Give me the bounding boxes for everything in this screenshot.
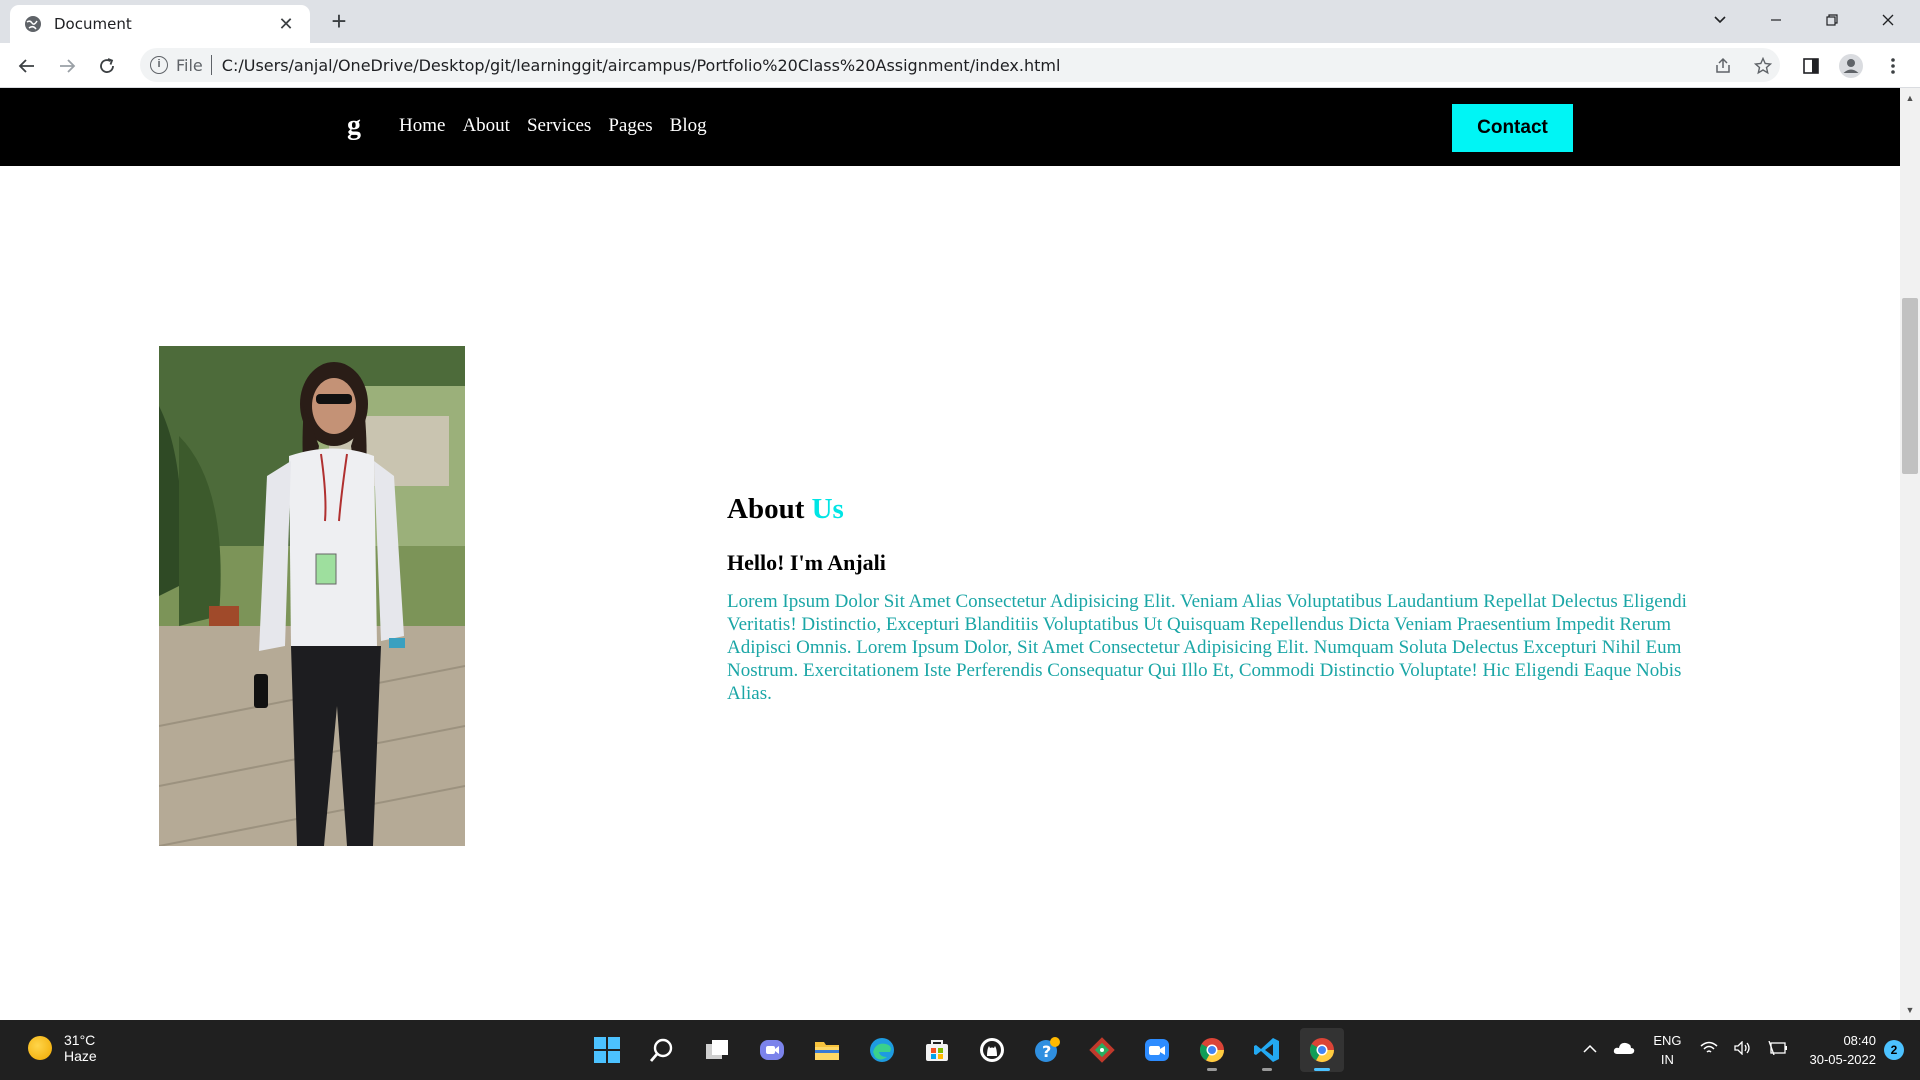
browser-tab-strip: Document ✕ + — [0, 0, 1920, 43]
chrome-app[interactable] — [1190, 1028, 1234, 1072]
site-navbar: g Home About Services Pages Blog Contact — [0, 88, 1900, 166]
tab-close-icon[interactable]: ✕ — [276, 14, 296, 35]
profile-avatar-icon[interactable] — [1838, 53, 1864, 79]
teams-chat-app[interactable] — [750, 1028, 794, 1072]
windows-logo-icon — [594, 1037, 620, 1063]
sun-icon — [28, 1036, 52, 1060]
taskbar-apps: ? — [585, 1028, 1344, 1072]
windows-taskbar: 31°C Haze ? ENG IN 08:40 30-05-2022 2 — [0, 1020, 1920, 1080]
scrollbar-thumb[interactable] — [1902, 298, 1918, 474]
address-separator — [210, 55, 212, 75]
onedrive-cloud-icon[interactable] — [1613, 1041, 1635, 1060]
task-view-button[interactable] — [695, 1028, 739, 1072]
notification-count-badge[interactable]: 2 — [1884, 1040, 1904, 1060]
share-icon[interactable] — [1710, 53, 1736, 79]
zoom-app[interactable] — [1135, 1028, 1179, 1072]
git-icon — [1089, 1037, 1115, 1063]
scroll-down-arrow-icon[interactable]: ▼ — [1900, 1002, 1920, 1018]
nav-link-about[interactable]: About — [462, 115, 510, 137]
restore-icon[interactable] — [1804, 0, 1860, 40]
close-window-icon[interactable] — [1860, 0, 1916, 40]
site-logo[interactable]: g — [347, 110, 361, 142]
chrome-icon — [1199, 1038, 1224, 1063]
back-button[interactable] — [11, 50, 43, 82]
svg-text:?: ? — [1042, 1042, 1051, 1061]
clock-time: 08:40 — [1843, 1033, 1876, 1048]
active-indicator — [1314, 1068, 1330, 1071]
task-view-icon — [706, 1040, 728, 1059]
globe-icon — [25, 16, 41, 32]
browser-toolbar: i File C:/Users/anjal/OneDrive/Desktop/g… — [0, 43, 1920, 88]
page-scrollbar[interactable]: ▲ ▼ — [1900, 88, 1920, 1020]
about-body-text: Lorem Ipsum Dolor Sit Amet Consectetur A… — [727, 591, 1687, 704]
new-tab-button[interactable]: + — [325, 8, 353, 36]
browser-menu-icon[interactable] — [1880, 53, 1906, 79]
battery-icon[interactable] — [1767, 1040, 1788, 1060]
tab-search-chevron-icon[interactable] — [1692, 0, 1748, 40]
system-clock[interactable]: 08:40 30-05-2022 — [1810, 1031, 1877, 1069]
contact-button[interactable]: Contact — [1452, 104, 1573, 152]
volume-icon[interactable] — [1733, 1039, 1752, 1060]
about-subheading: Hello! I'm Anjali — [727, 550, 886, 575]
tab-title: Document — [54, 15, 132, 33]
wifi-icon[interactable] — [1700, 1041, 1718, 1060]
vscode-app[interactable] — [1245, 1028, 1289, 1072]
forward-button[interactable] — [51, 50, 83, 82]
nav-link-blog[interactable]: Blog — [670, 115, 707, 137]
bookmark-star-icon[interactable] — [1750, 53, 1776, 79]
chat-icon — [760, 1040, 784, 1060]
about-section: About Us Hello! I'm Anjali Lorem Ipsum D… — [727, 493, 1727, 705]
about-heading: About Us — [727, 493, 1727, 526]
system-tray: ENG IN 08:40 30-05-2022 2 — [1575, 1020, 1920, 1080]
search-icon — [649, 1038, 673, 1062]
side-panel-icon[interactable] — [1798, 53, 1824, 79]
show-hidden-icons-chevron-icon[interactable] — [1583, 1041, 1597, 1059]
url-text[interactable]: C:/Users/anjal/OneDrive/Desktop/git/lear… — [222, 56, 1061, 75]
reload-icon — [100, 58, 114, 73]
region-code: IN — [1660, 1052, 1674, 1067]
language-code: ENG — [1653, 1033, 1682, 1048]
file-explorer-app[interactable] — [805, 1028, 849, 1072]
store-icon — [926, 1040, 948, 1061]
about-heading-main: About — [727, 493, 805, 525]
back-arrow-icon — [18, 59, 34, 73]
weather-widget[interactable]: 31°C Haze — [28, 1032, 97, 1064]
microsoft-store-app[interactable] — [915, 1028, 959, 1072]
vscode-icon — [1254, 1038, 1279, 1062]
help-icon: ? — [1035, 1037, 1060, 1062]
minimize-icon[interactable] — [1748, 0, 1804, 40]
clock-date: 30-05-2022 — [1809, 1052, 1877, 1067]
reload-button[interactable] — [91, 50, 123, 82]
url-scheme: File — [176, 55, 203, 75]
folder-icon — [815, 1042, 839, 1060]
start-button[interactable] — [585, 1028, 629, 1072]
edge-browser-app[interactable] — [860, 1028, 904, 1072]
zoom-icon — [1145, 1039, 1169, 1061]
running-indicator — [1262, 1068, 1272, 1071]
about-heading-accent: Us — [811, 493, 844, 525]
scroll-up-arrow-icon[interactable]: ▲ — [1900, 90, 1920, 106]
weather-temperature: 31°C — [64, 1032, 96, 1048]
nav-link-home[interactable]: Home — [399, 115, 445, 137]
github-icon — [980, 1038, 1004, 1062]
help-app[interactable]: ? — [1025, 1028, 1069, 1072]
weather-condition: Haze — [64, 1048, 97, 1064]
github-desktop-app[interactable] — [970, 1028, 1014, 1072]
nav-link-pages[interactable]: Pages — [608, 115, 652, 137]
site-nav-links: Home About Services Pages Blog — [399, 115, 707, 137]
profile-photo — [159, 346, 465, 846]
browser-tab[interactable]: Document ✕ — [10, 5, 310, 43]
chrome-icon — [1309, 1038, 1334, 1063]
edge-icon — [870, 1038, 894, 1062]
git-app[interactable] — [1080, 1028, 1124, 1072]
page-viewport: g Home About Services Pages Blog Contact — [0, 88, 1900, 1020]
address-bar[interactable]: i File C:/Users/anjal/OneDrive/Desktop/g… — [140, 48, 1780, 82]
forward-arrow-icon — [60, 59, 76, 73]
running-indicator — [1207, 1068, 1217, 1071]
search-button[interactable] — [640, 1028, 684, 1072]
site-info-icon[interactable]: i — [150, 56, 168, 74]
chrome-app-active[interactable] — [1300, 1028, 1344, 1072]
nav-link-services[interactable]: Services — [527, 115, 591, 137]
input-language[interactable]: ENG IN — [1653, 1031, 1681, 1069]
